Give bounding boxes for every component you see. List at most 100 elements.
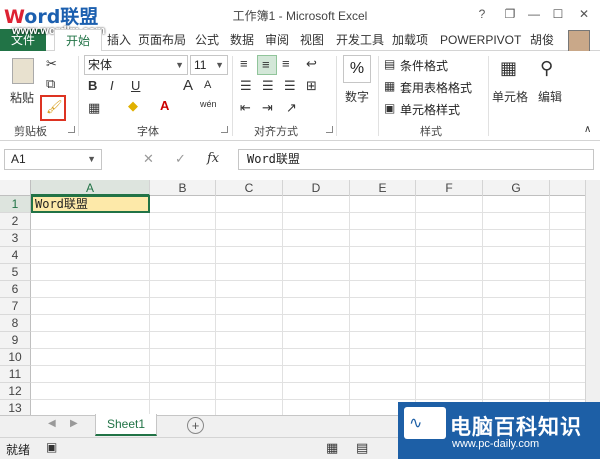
- cut-icon[interactable]: ✂: [46, 56, 57, 72]
- gridline: [31, 229, 585, 230]
- align-top-icon[interactable]: ≡: [240, 56, 248, 71]
- tab-addins[interactable]: 加载项: [392, 29, 428, 51]
- column-header-b[interactable]: B: [150, 180, 216, 196]
- alignment-launcher-icon[interactable]: [326, 126, 333, 133]
- underline-button[interactable]: U: [131, 78, 140, 93]
- column-header-f[interactable]: F: [416, 180, 483, 196]
- editing-button[interactable]: 编辑: [538, 88, 562, 105]
- bold-button[interactable]: B: [88, 78, 97, 93]
- user-name[interactable]: 胡俊: [530, 29, 554, 51]
- insert-function-icon[interactable]: fx: [207, 151, 219, 166]
- gridline: [31, 399, 585, 400]
- font-launcher-icon[interactable]: [221, 126, 228, 133]
- row-header-7[interactable]: 7: [0, 298, 31, 315]
- gridline: [31, 365, 585, 366]
- row-header-1[interactable]: 1: [0, 196, 31, 213]
- align-left-icon[interactable]: ☰: [240, 78, 252, 94]
- row-header-11[interactable]: 11: [0, 366, 31, 383]
- tab-data[interactable]: 数据: [230, 29, 254, 51]
- macro-record-icon[interactable]: ▣: [46, 440, 57, 454]
- ribbon-display-button[interactable]: ❐: [499, 4, 521, 24]
- column-header-a[interactable]: A: [31, 180, 150, 196]
- tab-review[interactable]: 审阅: [265, 29, 289, 51]
- name-box[interactable]: A1 ▼: [4, 149, 102, 170]
- page-layout-view-icon[interactable]: ▤: [356, 440, 368, 456]
- format-as-table-button[interactable]: 套用表格格式: [400, 79, 472, 96]
- font-name-combo[interactable]: 宋体 ▼: [84, 55, 188, 75]
- column-header-c[interactable]: C: [216, 180, 283, 196]
- tab-view[interactable]: 视图: [300, 29, 324, 51]
- tab-developer[interactable]: 开发工具: [336, 29, 384, 51]
- prev-sheet-icon[interactable]: ◀: [48, 418, 56, 429]
- cancel-icon[interactable]: ✕: [143, 151, 154, 167]
- monitor-icon: ∿: [404, 407, 446, 439]
- cells-button[interactable]: 单元格: [492, 88, 528, 105]
- normal-view-icon[interactable]: ▦: [326, 440, 338, 456]
- avatar[interactable]: [568, 30, 590, 52]
- gridline: [31, 331, 585, 332]
- cell-styles-button[interactable]: 单元格样式: [400, 101, 460, 118]
- border-icon[interactable]: ▦: [88, 100, 100, 116]
- collapse-ribbon-icon[interactable]: ∧: [584, 124, 591, 135]
- close-button[interactable]: ✕: [573, 4, 595, 24]
- maximize-button[interactable]: ☐: [547, 4, 569, 24]
- font-color-button[interactable]: A: [160, 98, 169, 113]
- group-divider: [232, 56, 233, 136]
- column-header-d[interactable]: D: [283, 180, 350, 196]
- add-sheet-button[interactable]: +: [187, 417, 204, 434]
- copy-icon[interactable]: ⧉: [46, 76, 55, 92]
- vertical-scrollbar[interactable]: [585, 180, 600, 415]
- format-painter-button[interactable]: 🖌: [40, 95, 66, 121]
- align-right-icon[interactable]: ☰: [284, 78, 296, 94]
- fill-color-icon[interactable]: ◆: [128, 98, 138, 114]
- orientation-icon[interactable]: ↗: [286, 100, 297, 116]
- row-header-5[interactable]: 5: [0, 264, 31, 281]
- row-header-8[interactable]: 8: [0, 315, 31, 332]
- tab-page-layout[interactable]: 页面布局: [138, 29, 186, 51]
- wrap-text-icon[interactable]: ↩: [306, 56, 317, 72]
- clipboard-launcher-icon[interactable]: [68, 126, 75, 133]
- decrease-indent-icon[interactable]: ⇤: [240, 100, 251, 116]
- increase-indent-icon[interactable]: ⇥: [262, 100, 273, 116]
- row-header-3[interactable]: 3: [0, 230, 31, 247]
- next-sheet-icon[interactable]: ▶: [70, 418, 78, 429]
- row-header-6[interactable]: 6: [0, 281, 31, 298]
- merge-center-icon[interactable]: ⊞: [306, 78, 317, 94]
- grow-font-button[interactable]: A: [183, 77, 193, 94]
- font-size-combo[interactable]: 11 ▼: [190, 55, 228, 75]
- paste-icon[interactable]: [12, 58, 34, 84]
- row-header-12[interactable]: 12: [0, 383, 31, 400]
- row-header-9[interactable]: 9: [0, 332, 31, 349]
- pulse-icon: ∿: [409, 415, 423, 432]
- row-header-4[interactable]: 4: [0, 247, 31, 264]
- tab-formulas[interactable]: 公式: [195, 29, 219, 51]
- shrink-font-button[interactable]: A: [204, 79, 211, 91]
- tab-insert[interactable]: 插入: [107, 29, 131, 51]
- conditional-format-button[interactable]: 条件格式: [400, 57, 448, 74]
- tab-home[interactable]: 开始: [54, 29, 102, 52]
- row-header-2[interactable]: 2: [0, 213, 31, 230]
- tab-sheet1[interactable]: Sheet1: [95, 414, 157, 436]
- row-header-10[interactable]: 10: [0, 349, 31, 366]
- number-button[interactable]: 数字: [345, 88, 369, 105]
- paste-button[interactable]: 粘贴: [10, 89, 34, 106]
- align-bottom-icon[interactable]: ≡: [282, 56, 290, 71]
- chevron-down-icon: ▼: [175, 60, 184, 70]
- formula-input[interactable]: Word联盟: [238, 149, 594, 170]
- align-middle-button[interactable]: ≡: [257, 55, 277, 75]
- select-all-corner[interactable]: [0, 180, 31, 196]
- percent-icon[interactable]: %: [343, 55, 371, 83]
- align-center-icon[interactable]: ☰: [262, 78, 274, 94]
- tab-powerpivot[interactable]: POWERPIVOT: [440, 29, 521, 51]
- column-header-e[interactable]: E: [350, 180, 416, 196]
- alignment-group-label: 对齐方式: [254, 126, 298, 138]
- cell-a1[interactable]: Word联盟: [31, 195, 150, 213]
- format-table-icon: ▦: [384, 79, 396, 93]
- enter-icon[interactable]: ✓: [175, 151, 186, 167]
- gridline: [31, 246, 585, 247]
- column-header-g[interactable]: G: [483, 180, 550, 196]
- italic-button[interactable]: I: [110, 78, 114, 93]
- help-button[interactable]: ?: [471, 4, 493, 24]
- phonetic-button[interactable]: wén: [200, 99, 217, 109]
- minimize-button[interactable]: —: [523, 4, 545, 24]
